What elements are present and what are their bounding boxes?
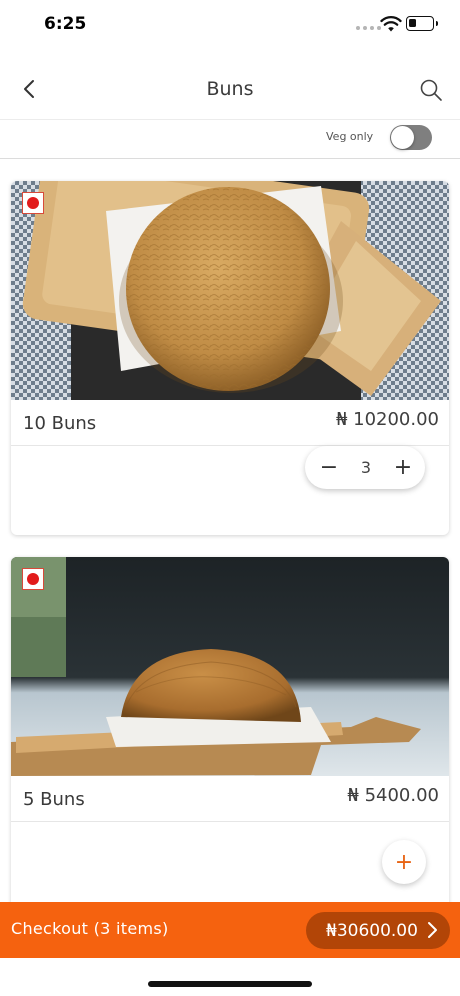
chevron-right-icon <box>428 922 437 938</box>
product-image <box>11 557 449 776</box>
quantity-stepper[interactable]: − 3 + <box>305 446 425 489</box>
checkout-label: Checkout (3 items) <box>11 919 169 938</box>
product-info: 5 Buns ₦ 5400.00 <box>11 776 449 822</box>
toggle-knob <box>391 126 414 149</box>
product-card[interactable]: 5 Buns ₦ 5400.00 + <box>11 557 449 917</box>
veg-only-toggle[interactable] <box>390 125 432 150</box>
veg-filter-row: Veg only <box>0 120 460 159</box>
veg-only-label: Veg only <box>326 130 374 143</box>
cellular-signal-icon <box>356 26 381 30</box>
search-button[interactable] <box>416 75 446 105</box>
add-to-cart-button[interactable]: + <box>382 840 426 884</box>
product-price: ₦ 5400.00 <box>347 785 439 806</box>
page-title: Buns <box>206 78 254 100</box>
product-info: 10 Buns ₦ 10200.00 <box>11 400 449 446</box>
checkout-total: ₦30600.00 <box>326 920 418 941</box>
search-icon <box>420 79 442 101</box>
non-veg-indicator-icon <box>22 192 44 214</box>
battery-icon <box>406 16 438 31</box>
increase-quantity-button[interactable]: + <box>393 456 413 479</box>
checkout-bar[interactable]: Checkout (3 items) ₦30600.00 <box>0 902 460 958</box>
non-veg-indicator-icon <box>22 568 44 590</box>
product-card[interactable]: 10 Buns ₦ 10200.00 − 3 + <box>11 181 449 535</box>
quantity-value: 3 <box>360 458 372 477</box>
home-indicator[interactable] <box>148 981 312 987</box>
product-name: 5 Buns <box>23 789 85 810</box>
status-time: 6:25 <box>44 14 87 34</box>
status-bar: 6:25 <box>0 0 460 52</box>
product-image <box>11 181 449 400</box>
product-price: ₦ 10200.00 <box>335 409 439 430</box>
product-name: 10 Buns <box>23 413 97 434</box>
nav-header: Buns <box>0 60 460 120</box>
checkout-total-button[interactable]: ₦30600.00 <box>306 912 450 949</box>
decrease-quantity-button[interactable]: − <box>319 456 339 479</box>
wifi-icon <box>380 16 402 32</box>
